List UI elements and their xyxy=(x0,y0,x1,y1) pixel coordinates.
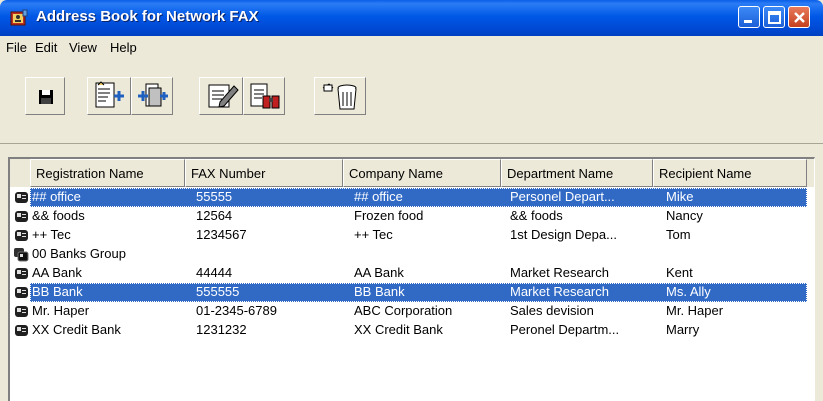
contact-card-icon xyxy=(15,192,28,203)
contact-card-icon xyxy=(15,325,28,336)
delete-button[interactable] xyxy=(314,77,366,115)
cell-fax-number: 55555 xyxy=(196,189,233,204)
maximize-button[interactable] xyxy=(763,6,785,28)
cell-registration-name: XX Credit Bank xyxy=(32,322,121,337)
cell-registration-name: AA Bank xyxy=(32,265,82,280)
cell-fax-number: 44444 xyxy=(196,265,233,280)
column-fax-number[interactable]: FAX Number xyxy=(185,159,343,187)
column-department-name[interactable]: Department Name xyxy=(501,159,653,187)
cell-registration-name: ++ Tec xyxy=(32,227,71,242)
table-row[interactable]: BB Bank 555555 BB Bank Market Research Ms. A… xyxy=(10,283,814,302)
new-group-icon xyxy=(138,83,168,107)
window-title: Address Book for Network FAX xyxy=(36,8,259,25)
edit-button[interactable] xyxy=(199,77,243,115)
cell-recipient-name: Marry xyxy=(666,322,700,337)
new-group-button[interactable] xyxy=(131,77,173,115)
cell-department-name: && foods xyxy=(510,208,563,223)
list-header: Registration Name FAX Number Company Nam… xyxy=(10,159,814,187)
menu-edit[interactable]: Edit xyxy=(35,40,57,55)
column-recipient-name[interactable]: Recipient Name xyxy=(653,159,807,187)
cell-registration-name: BB Bank xyxy=(32,284,83,299)
cell-company-name: BB Bank xyxy=(354,284,405,299)
cell-recipient-name: Mike xyxy=(666,189,694,204)
table-row[interactable]: 00 Banks Group xyxy=(10,245,814,264)
cell-recipient-name: Kent xyxy=(666,265,693,280)
address-book-app-icon xyxy=(10,9,28,26)
cell-fax-number: 555555 xyxy=(196,284,240,299)
menu-file[interactable]: File xyxy=(6,40,27,55)
close-icon xyxy=(794,12,805,23)
cell-recipient-name: Nancy xyxy=(666,208,703,223)
contact-card-icon xyxy=(15,287,28,298)
cell-company-name: ++ Tec xyxy=(354,227,393,242)
binoculars-icon xyxy=(250,83,280,109)
cell-company-name: ABC Corporation xyxy=(354,303,453,318)
save-button[interactable] xyxy=(25,77,65,115)
menu-view[interactable]: View xyxy=(69,40,97,55)
cell-fax-number: 1231232 xyxy=(196,322,247,337)
new-entry-icon xyxy=(95,81,124,108)
search-button[interactable] xyxy=(243,77,285,115)
minimize-icon xyxy=(744,20,752,23)
cell-registration-name: && foods xyxy=(32,208,85,223)
contact-card-icon xyxy=(15,230,28,241)
cell-company-name: AA Bank xyxy=(354,265,404,280)
toolbar-separator xyxy=(0,143,823,144)
column-registration-name[interactable]: Registration Name xyxy=(30,159,185,187)
menu-bar: File Edit View Help xyxy=(0,36,823,59)
new-entry-button[interactable] xyxy=(87,77,131,115)
cell-recipient-name: Tom xyxy=(666,227,691,242)
group-contact-icon xyxy=(14,248,29,262)
cell-department-name: Sales devision xyxy=(510,303,594,318)
minimize-button[interactable] xyxy=(738,6,760,28)
cell-registration-name: ## office xyxy=(32,189,81,204)
cell-company-name: XX Credit Bank xyxy=(354,322,443,337)
cell-department-name: Market Research xyxy=(510,265,609,280)
cell-department-name: Market Research xyxy=(510,284,609,299)
cell-fax-number: 01-2345-6789 xyxy=(196,303,277,318)
column-company-name[interactable]: Company Name xyxy=(343,159,501,187)
table-row[interactable]: ++ Tec 1234567 ++ Tec 1st Design Depa... Tom xyxy=(10,226,814,245)
edit-pencil-icon xyxy=(208,84,239,108)
cell-recipient-name: Mr. Haper xyxy=(666,303,724,318)
close-button[interactable] xyxy=(788,6,810,28)
cell-department-name: Peronel Departm... xyxy=(510,322,620,337)
menu-help[interactable]: Help xyxy=(110,40,137,55)
cell-company-name: Frozen food xyxy=(354,208,424,223)
floppy-disk-icon xyxy=(39,90,53,104)
table-row[interactable]: && foods 12564 Frozen food && foods Nancy xyxy=(10,207,814,226)
maximize-icon xyxy=(768,11,781,24)
cell-department-name: 1st Design Depa... xyxy=(510,227,617,242)
cell-fax-number: 1234567 xyxy=(196,227,247,242)
cell-fax-number: 12564 xyxy=(196,208,233,223)
toolbar xyxy=(0,58,823,140)
table-row[interactable]: XX Credit Bank 1231232 XX Credit Bank Peron… xyxy=(10,321,814,340)
table-row[interactable]: AA Bank 44444 AA Bank Market Research Kent xyxy=(10,264,814,283)
cell-company-name: ## office xyxy=(354,189,403,204)
title-bar[interactable]: Address Book for Network FAX xyxy=(0,0,823,36)
table-row[interactable]: ## office 55555 ## office Personel Depart..… xyxy=(10,188,814,207)
address-list[interactable]: Registration Name FAX Number Company Nam… xyxy=(8,157,815,401)
cell-registration-name: 00 Banks Group xyxy=(32,246,126,261)
cell-department-name: Personel Depart... xyxy=(510,189,615,204)
table-row[interactable]: Mr. Haper 01-2345-6789 ABC Corporation Sale… xyxy=(10,302,814,321)
contact-card-icon xyxy=(15,268,28,279)
contact-card-icon xyxy=(15,306,28,317)
contact-card-icon xyxy=(15,211,28,222)
cell-registration-name: Mr. Haper xyxy=(32,303,90,318)
cell-recipient-name: Ms. Ally xyxy=(666,284,711,299)
trash-icon xyxy=(322,83,357,110)
